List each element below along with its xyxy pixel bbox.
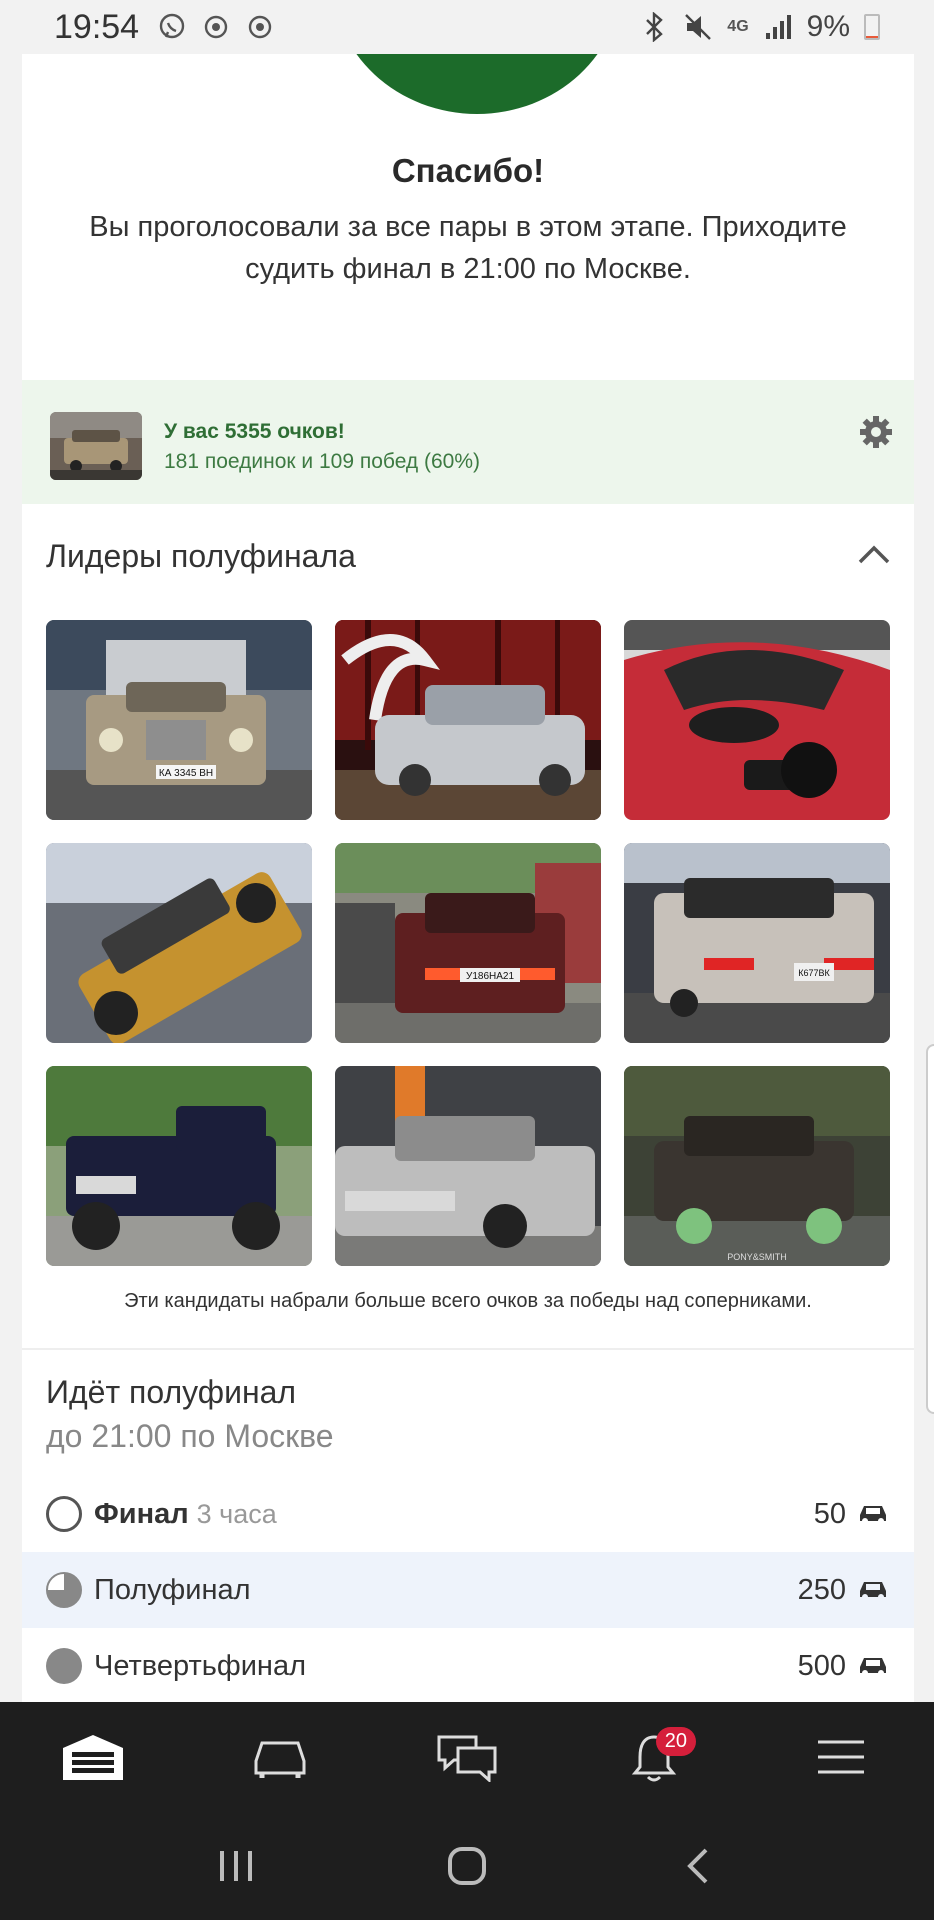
stage-row-final[interactable]: Финал 3 часа 50 bbox=[22, 1476, 914, 1552]
plate-6: К677ВК bbox=[798, 968, 830, 978]
plate-5: У186НА21 bbox=[466, 971, 514, 982]
divider bbox=[22, 1348, 914, 1350]
sync-icon bbox=[201, 12, 231, 42]
plate-1: КА 3345 ВН bbox=[159, 768, 213, 779]
system-nav-bar bbox=[0, 1812, 934, 1920]
scroll-handle[interactable] bbox=[926, 1044, 934, 1414]
photo-watermark: PONY&SMITH bbox=[727, 1252, 787, 1262]
back-icon[interactable] bbox=[668, 1836, 728, 1896]
leader-photo-7[interactable] bbox=[46, 1066, 312, 1266]
stage-name: Четвертьфинал bbox=[94, 1649, 306, 1682]
stage-count: 500 bbox=[797, 1649, 846, 1682]
viber-icon bbox=[157, 12, 187, 42]
gear-icon[interactable] bbox=[858, 414, 894, 450]
content-card: Спасибо! Вы проголосовали за все пары в … bbox=[22, 54, 914, 1702]
score-panel[interactable]: У вас 5355 очков! 181 поединок и 109 поб… bbox=[22, 380, 914, 504]
garage-icon[interactable] bbox=[53, 1717, 133, 1797]
score-title: У вас 5355 очков! bbox=[164, 420, 345, 443]
leader-photo-3[interactable] bbox=[624, 620, 890, 820]
leaders-grid: КА 3345 ВН У186НА21 К677ВК PONY&SMITH bbox=[46, 620, 890, 1266]
stage-duration: 3 часа bbox=[196, 1498, 277, 1529]
car-nav-icon[interactable] bbox=[240, 1717, 320, 1797]
stage-subtitle: до 21:00 по Москве bbox=[46, 1418, 334, 1454]
status-left-icons bbox=[157, 12, 275, 42]
signal-icon bbox=[763, 12, 793, 42]
battery-icon bbox=[864, 14, 880, 40]
status-right: 4G 9% bbox=[639, 10, 880, 44]
stage-count: 250 bbox=[797, 1573, 846, 1606]
notifications-badge: 20 bbox=[655, 1727, 697, 1756]
network-label: 4G bbox=[727, 18, 749, 35]
notifications-icon[interactable]: 20 bbox=[614, 1717, 697, 1797]
leaders-title: Лидеры полуфинала bbox=[46, 538, 356, 574]
bluetooth-icon bbox=[639, 12, 669, 42]
status-time: 19:54 bbox=[54, 7, 140, 46]
leader-photo-8[interactable] bbox=[335, 1066, 601, 1266]
stage-count: 50 bbox=[813, 1497, 846, 1530]
stage-full-indicator bbox=[46, 1648, 82, 1684]
car-icon bbox=[856, 1579, 890, 1601]
stage-row-semifinal[interactable]: Полуфинал 250 bbox=[22, 1552, 914, 1628]
leader-photo-2[interactable] bbox=[335, 620, 601, 820]
chevron-up-icon[interactable] bbox=[854, 540, 894, 570]
stage-title: Идёт полуфинал bbox=[46, 1374, 297, 1410]
stage-partial-indicator bbox=[46, 1572, 82, 1608]
score-subtitle: 181 поединок и 109 побед (60%) bbox=[164, 450, 481, 473]
thanks-title: Спасибо! bbox=[391, 152, 545, 189]
messages-icon[interactable] bbox=[427, 1717, 507, 1797]
battery-percent: 9% bbox=[806, 10, 850, 43]
leader-photo-9[interactable]: PONY&SMITH bbox=[624, 1066, 890, 1266]
stage-name: Полуфинал bbox=[94, 1573, 251, 1606]
sync-icon-2 bbox=[245, 12, 275, 42]
stage-row-quarterfinal[interactable]: Четвертьфинал 500 bbox=[22, 1628, 914, 1702]
home-icon[interactable] bbox=[437, 1836, 497, 1896]
car-icon bbox=[856, 1655, 890, 1677]
recent-apps-icon[interactable] bbox=[206, 1836, 266, 1896]
leaders-caption: Эти кандидаты набрали больше всего очков… bbox=[124, 1290, 812, 1312]
leader-photo-5[interactable]: У186НА21 bbox=[335, 843, 601, 1043]
app-bottom-nav: 20 bbox=[0, 1702, 934, 1812]
leader-photo-1[interactable]: КА 3345 ВН bbox=[46, 620, 312, 820]
car-icon bbox=[856, 1503, 890, 1525]
user-car-avatar[interactable] bbox=[50, 412, 142, 480]
status-bar: 19:54 4G 9% bbox=[0, 0, 934, 54]
stage-name: Финал bbox=[94, 1497, 189, 1530]
menu-icon[interactable] bbox=[801, 1717, 881, 1797]
mute-icon bbox=[683, 12, 713, 42]
thanks-text: Вы проголосовали за все пары в этом этап… bbox=[89, 211, 847, 285]
leader-photo-4[interactable] bbox=[46, 843, 312, 1043]
stage-empty-indicator bbox=[46, 1496, 82, 1532]
thanks-badge-circle bbox=[332, 54, 622, 114]
leader-photo-6[interactable]: К677ВК bbox=[624, 843, 890, 1043]
